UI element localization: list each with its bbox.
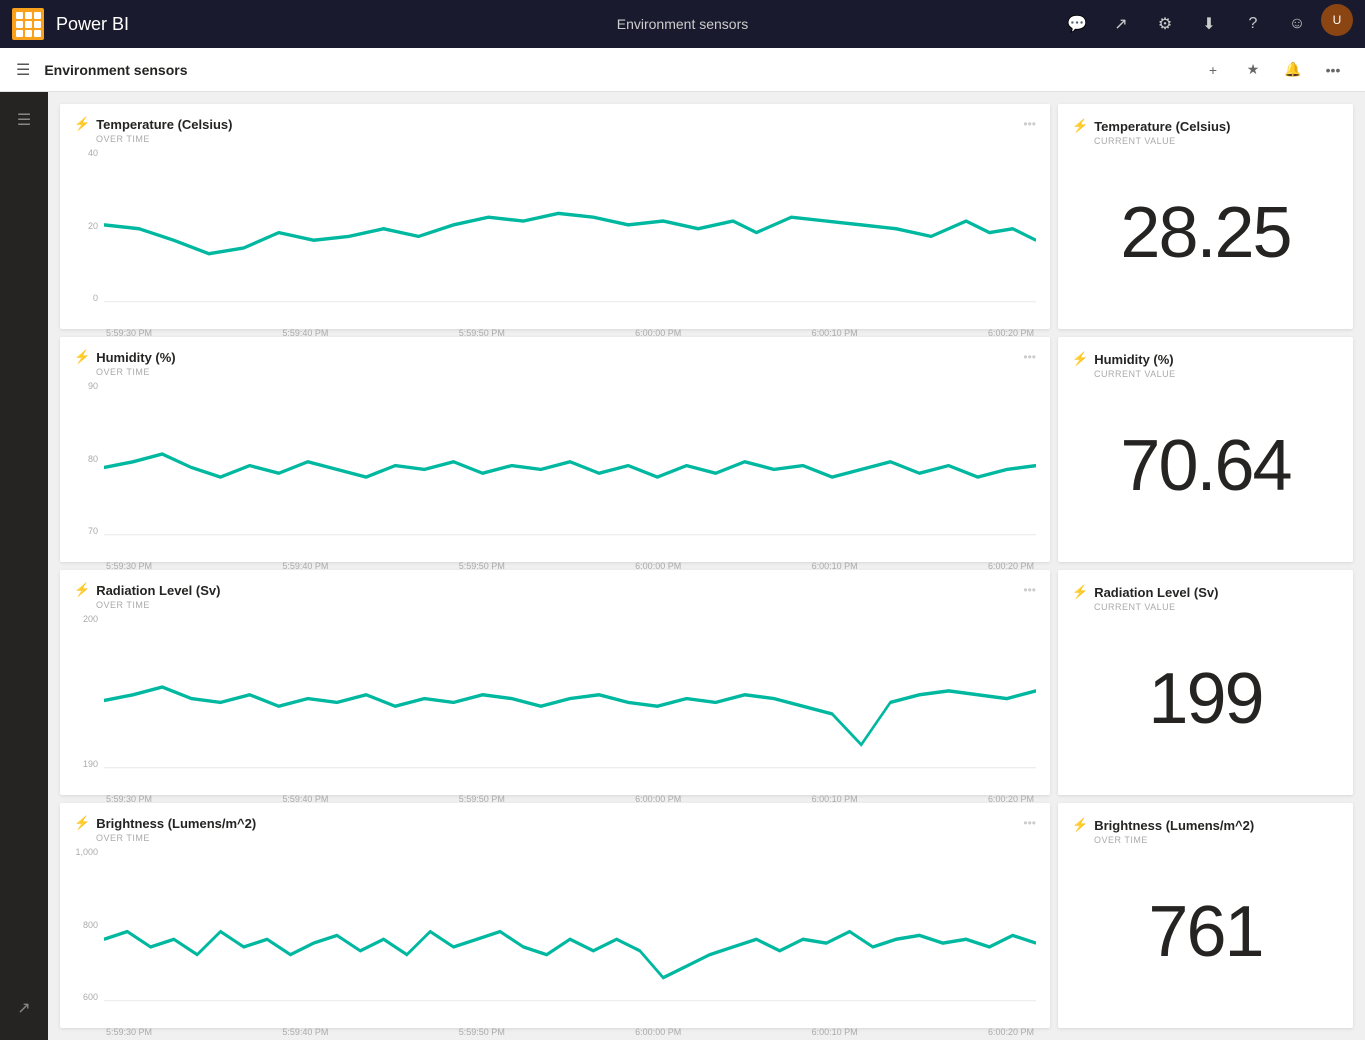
smiley-button[interactable]: ☺ (1277, 4, 1317, 44)
temp-cv-bolt-icon: ⚡ (1072, 118, 1088, 134)
temp-svg (104, 148, 1036, 321)
add-button[interactable]: + (1197, 54, 1229, 86)
brightness-cv-subtitle: OVER TIME (1072, 835, 1339, 845)
radiation-x-labels: 5:59:30 PM5:59:40 PM5:59:50 PM6:00:00 PM… (104, 794, 1036, 804)
radiation-over-time-card: ⚡ Radiation Level (Sv) ••• OVER TIME 200… (60, 570, 1050, 795)
brightness-over-time-card: ⚡ Brightness (Lumens/m^2) ••• OVER TIME … (60, 803, 1050, 1028)
menu-icon[interactable]: ☰ (16, 60, 30, 80)
report-title: Environment sensors (617, 16, 749, 32)
radiation-cv-subtitle: CURRENT VALUE (1072, 602, 1339, 612)
more-button[interactable]: ••• (1317, 54, 1349, 86)
sidebar-back-icon[interactable]: ↗ (4, 988, 44, 1028)
temp-chart-subtitle: OVER TIME (74, 134, 1036, 144)
brightness-chart-subtitle: OVER TIME (74, 833, 1036, 843)
help-button[interactable]: ? (1233, 4, 1273, 44)
temp-chart-wrapper: 40200 5:59:30 PM5:59:40 PM5:59:50 PM6:00… (74, 148, 1036, 321)
humidity-chart-title: Humidity (%) (96, 350, 175, 365)
brightness-y-labels: 1,000800600 (74, 847, 102, 1002)
comment-button[interactable]: 💬 (1057, 4, 1097, 44)
humidity-cv-bolt-icon: ⚡ (1072, 351, 1088, 367)
humidity-cv-subtitle: CURRENT VALUE (1072, 369, 1339, 379)
humidity-over-time-card: ⚡ Humidity (%) ••• OVER TIME 908070 5:59… (60, 337, 1050, 562)
temp-chart-more[interactable]: ••• (1023, 117, 1036, 131)
temp-current-card: ⚡ Temperature (Celsius) CURRENT VALUE 28… (1058, 104, 1353, 329)
radiation-chart-inner: 5:59:30 PM5:59:40 PM5:59:50 PM6:00:00 PM… (104, 614, 1036, 787)
brightness-chart-inner: 5:59:30 PM5:59:40 PM5:59:50 PM6:00:00 PM… (104, 847, 1036, 1020)
radiation-chart-more[interactable]: ••• (1023, 583, 1036, 597)
humidity-x-labels: 5:59:30 PM5:59:40 PM5:59:50 PM6:00:00 PM… (104, 561, 1036, 571)
sidebar: ☰ ↗ (0, 92, 48, 1040)
humidity-bolt-icon: ⚡ (74, 349, 90, 365)
humidity-svg (104, 381, 1036, 554)
temp-bolt-icon: ⚡ (74, 116, 90, 132)
topbar-icons: 💬 ↗ ⚙ ⬇ ? ☺ U (1057, 4, 1353, 44)
temp-over-time-card: ⚡ Temperature (Celsius) ••• OVER TIME 40… (60, 104, 1050, 329)
radiation-svg (104, 614, 1036, 787)
humidity-y-labels: 908070 (74, 381, 102, 536)
brightness-svg (104, 847, 1036, 1020)
temp-cv-title: Temperature (Celsius) (1094, 119, 1230, 134)
temp-chart-title: Temperature (Celsius) (96, 117, 232, 132)
temp-cv-subtitle: CURRENT VALUE (1072, 136, 1339, 146)
content-area: ⚡ Temperature (Celsius) ••• OVER TIME 40… (48, 92, 1365, 1040)
humidity-current-card: ⚡ Humidity (%) CURRENT VALUE 70.64 (1058, 337, 1353, 562)
temp-x-labels: 5:59:30 PM5:59:40 PM5:59:50 PM6:00:00 PM… (104, 328, 1036, 338)
subbar-actions: + ★ 🔔 ••• (1197, 54, 1349, 86)
subbar: ☰ Environment sensors + ★ 🔔 ••• (0, 48, 1365, 92)
download-button[interactable]: ⬇ (1189, 4, 1229, 44)
topbar: Power BI Environment sensors 💬 ↗ ⚙ ⬇ ? ☺… (0, 0, 1365, 48)
humidity-chart-more[interactable]: ••• (1023, 350, 1036, 364)
radiation-chart-title: Radiation Level (Sv) (96, 583, 220, 598)
temp-y-labels: 40200 (74, 148, 102, 303)
humidity-value: 70.64 (1072, 383, 1339, 548)
share-button[interactable]: 🔔 (1277, 54, 1309, 86)
radiation-value: 199 (1072, 616, 1339, 781)
brightness-bolt-icon: ⚡ (74, 815, 90, 831)
radiation-chart-subtitle: OVER TIME (74, 600, 1036, 610)
user-avatar[interactable]: U (1321, 4, 1353, 36)
brightness-current-card: ⚡ Brightness (Lumens/m^2) OVER TIME 761 (1058, 803, 1353, 1028)
brightness-chart-more[interactable]: ••• (1023, 816, 1036, 830)
radiation-current-card: ⚡ Radiation Level (Sv) CURRENT VALUE 199 (1058, 570, 1353, 795)
temp-chart-inner: 5:59:30 PM5:59:40 PM5:59:50 PM6:00:00 PM… (104, 148, 1036, 321)
main-layout: ☰ ↗ ⚡ Temperature (Celsius) ••• OVER TIM… (0, 92, 1365, 1040)
radiation-bolt-icon: ⚡ (74, 582, 90, 598)
settings-button[interactable]: ⚙ (1145, 4, 1185, 44)
app-title: Power BI (56, 14, 129, 35)
temp-value: 28.25 (1072, 150, 1339, 315)
waffle-menu[interactable] (12, 8, 44, 40)
humidity-cv-title: Humidity (%) (1094, 352, 1173, 367)
brightness-chart-title: Brightness (Lumens/m^2) (96, 816, 256, 831)
radiation-cv-title: Radiation Level (Sv) (1094, 585, 1218, 600)
radiation-cv-bolt-icon: ⚡ (1072, 584, 1088, 600)
brightness-cv-bolt-icon: ⚡ (1072, 817, 1088, 833)
humidity-chart-subtitle: OVER TIME (74, 367, 1036, 377)
brightness-value: 761 (1072, 849, 1339, 1014)
arrow-button[interactable]: ↗ (1101, 4, 1141, 44)
favorite-button[interactable]: ★ (1237, 54, 1269, 86)
sidebar-menu-icon[interactable]: ☰ (4, 100, 44, 140)
brightness-chart-wrapper: 1,000800600 5:59:30 PM5:59:40 PM5:59:50 … (74, 847, 1036, 1020)
humidity-chart-inner: 5:59:30 PM5:59:40 PM5:59:50 PM6:00:00 PM… (104, 381, 1036, 554)
humidity-chart-wrapper: 908070 5:59:30 PM5:59:40 PM5:59:50 PM6:0… (74, 381, 1036, 554)
radiation-chart-wrapper: 200190 5:59:30 PM5:59:40 PM5:59:50 PM6:0… (74, 614, 1036, 787)
subbar-title: Environment sensors (44, 62, 1197, 78)
brightness-x-labels: 5:59:30 PM5:59:40 PM5:59:50 PM6:00:00 PM… (104, 1027, 1036, 1037)
brightness-cv-title: Brightness (Lumens/m^2) (1094, 818, 1254, 833)
radiation-y-labels: 200190 (74, 614, 102, 769)
